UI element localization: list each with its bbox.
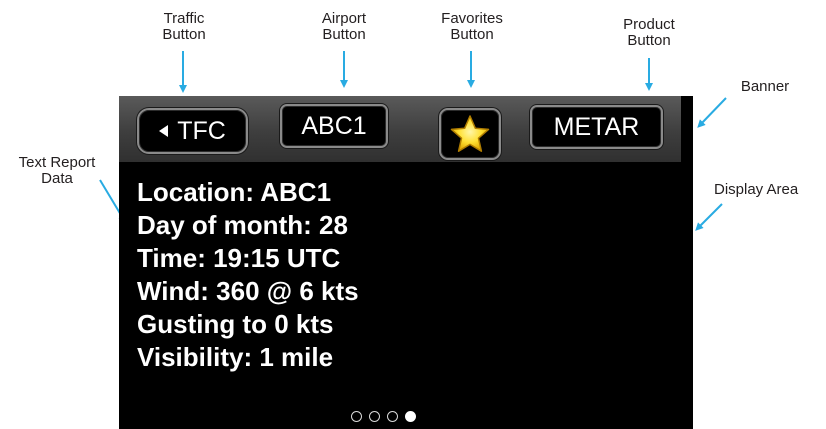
callout-line: Button	[162, 26, 206, 43]
display-area: TFC ABC1 METAR Location: ABC1 Day of mon…	[119, 96, 693, 429]
callout-line: Data	[41, 170, 73, 187]
callout-line: Favorites	[441, 10, 503, 27]
traffic-button-label: TFC	[177, 116, 226, 145]
banner-callout-arrow	[697, 97, 727, 128]
star-icon	[450, 115, 490, 152]
diagram: Traffic Button Airport Button Favorites …	[0, 0, 826, 429]
page-dot-active[interactable]	[405, 411, 416, 422]
callout-line: Product	[623, 16, 675, 33]
airport-button[interactable]: ABC1	[280, 104, 388, 148]
callout-line: Traffic	[163, 10, 205, 27]
report-line: Visibility: 1 mile	[137, 342, 334, 372]
page-dot[interactable]	[369, 411, 380, 422]
callout-line: Button	[627, 32, 671, 49]
product-button-label: METAR	[553, 112, 640, 141]
display-area-callout: Display Area	[714, 182, 826, 198]
page-indicator	[351, 411, 416, 422]
favorites-button-callout: Favorites Button	[430, 11, 514, 43]
text-report-data: Location: ABC1 Day of month: 28 Time: 19:1…	[137, 176, 359, 374]
back-arrow-icon	[159, 125, 169, 137]
traffic-button[interactable]: TFC	[137, 108, 248, 154]
text-report-callout: Text Report Data	[2, 155, 112, 187]
airport-button-callout: Airport Button	[310, 11, 378, 43]
callout-line: Button	[450, 26, 494, 43]
product-button-callout: Product Button	[612, 17, 686, 49]
report-line: Day of month: 28	[137, 210, 348, 240]
callout-line: Text Report	[18, 154, 96, 171]
page-dot[interactable]	[387, 411, 398, 422]
banner-callout: Banner	[735, 79, 795, 95]
report-line: Location: ABC1	[137, 177, 332, 207]
airport-button-label: ABC1	[301, 111, 367, 140]
traffic-button-callout: Traffic Button	[152, 11, 216, 43]
favorites-button[interactable]	[439, 108, 501, 160]
callout-line: Airport	[321, 10, 367, 27]
product-button[interactable]: METAR	[530, 105, 663, 149]
report-line: Gusting to 0 kts	[137, 309, 334, 339]
report-line: Wind: 360 @ 6 kts	[137, 276, 359, 306]
callout-line: Display Area	[714, 181, 799, 198]
callout-line: Banner	[740, 78, 790, 95]
page-dot[interactable]	[351, 411, 362, 422]
callout-line: Button	[322, 26, 366, 43]
banner: TFC ABC1 METAR	[119, 96, 681, 162]
report-line: Time: 19:15 UTC	[137, 243, 341, 273]
display-area-callout-arrow	[695, 203, 723, 231]
